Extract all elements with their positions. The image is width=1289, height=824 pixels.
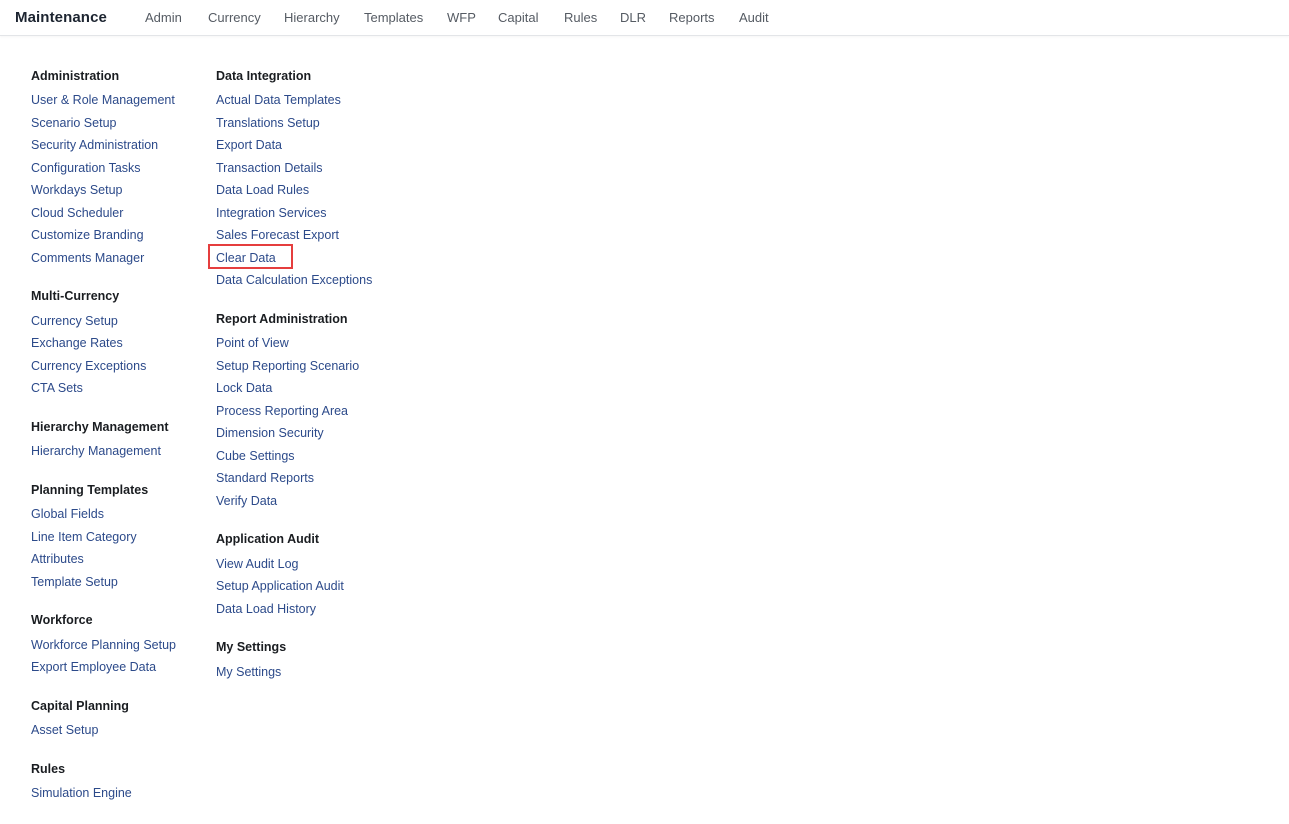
link-dimension-security[interactable]: Dimension Security <box>216 426 324 440</box>
nav-wfp[interactable]: WFP <box>447 10 476 25</box>
link-standard-reports[interactable]: Standard Reports <box>216 471 314 485</box>
link-actual-data-templates[interactable]: Actual Data Templates <box>216 93 341 107</box>
nav-audit[interactable]: Audit <box>739 10 769 25</box>
nav-dlr[interactable]: DLR <box>620 10 646 25</box>
link-scenario-setup[interactable]: Scenario Setup <box>31 116 116 130</box>
section-capital-planning: Capital Planning <box>31 699 129 713</box>
link-data-load-rules[interactable]: Data Load Rules <box>216 183 309 197</box>
link-lock-data[interactable]: Lock Data <box>216 381 272 395</box>
link-user-role-management[interactable]: User & Role Management <box>31 93 175 107</box>
nav-hierarchy[interactable]: Hierarchy <box>284 10 340 25</box>
section-report-administration: Report Administration <box>216 312 348 326</box>
section-application-audit: Application Audit <box>216 532 319 546</box>
link-integration-services[interactable]: Integration Services <box>216 206 326 220</box>
link-currency-exceptions[interactable]: Currency Exceptions <box>31 359 146 373</box>
link-sales-forecast-export[interactable]: Sales Forecast Export <box>216 228 339 242</box>
nav-admin[interactable]: Admin <box>145 10 182 25</box>
top-nav-bar: Maintenance Admin Currency Hierarchy Tem… <box>0 0 1289 36</box>
link-cube-settings[interactable]: Cube Settings <box>216 449 295 463</box>
link-process-reporting-area[interactable]: Process Reporting Area <box>216 404 348 418</box>
section-my-settings: My Settings <box>216 640 287 654</box>
link-verify-data[interactable]: Verify Data <box>216 494 277 508</box>
link-setup-reporting-scenario[interactable]: Setup Reporting Scenario <box>216 359 359 373</box>
nav-templates[interactable]: Templates <box>364 10 423 25</box>
link-attributes[interactable]: Attributes <box>31 552 84 566</box>
link-security-administration[interactable]: Security Administration <box>31 138 158 152</box>
link-clear-data[interactable]: Clear Data <box>216 251 276 265</box>
link-simulation-engine[interactable]: Simulation Engine <box>31 786 132 800</box>
link-template-setup[interactable]: Template Setup <box>31 575 118 589</box>
nav-capital[interactable]: Capital <box>498 10 538 25</box>
section-workforce: Workforce <box>31 613 93 627</box>
link-setup-application-audit[interactable]: Setup Application Audit <box>216 579 344 593</box>
link-customize-branding[interactable]: Customize Branding <box>31 228 144 242</box>
section-rules: Rules <box>31 762 66 776</box>
link-workdays-setup[interactable]: Workdays Setup <box>31 183 122 197</box>
link-exchange-rates[interactable]: Exchange Rates <box>31 336 123 350</box>
link-data-calculation-exceptions[interactable]: Data Calculation Exceptions <box>216 273 372 287</box>
section-hierarchy-management: Hierarchy Management <box>31 420 169 434</box>
link-point-of-view[interactable]: Point of View <box>216 336 289 350</box>
link-comments-manager[interactable]: Comments Manager <box>31 251 144 265</box>
link-workforce-planning-setup[interactable]: Workforce Planning Setup <box>31 638 176 652</box>
link-transaction-details[interactable]: Transaction Details <box>216 161 323 175</box>
link-currency-setup[interactable]: Currency Setup <box>31 314 118 328</box>
section-multi-currency: Multi-Currency <box>31 289 120 303</box>
nav-currency[interactable]: Currency <box>208 10 261 25</box>
link-data-load-history[interactable]: Data Load History <box>216 602 316 616</box>
link-line-item-category[interactable]: Line Item Category <box>31 530 137 544</box>
section-administration: Administration <box>31 69 120 83</box>
nav-rules[interactable]: Rules <box>564 10 597 25</box>
link-global-fields[interactable]: Global Fields <box>31 507 104 521</box>
link-export-employee-data[interactable]: Export Employee Data <box>31 660 156 674</box>
link-translations-setup[interactable]: Translations Setup <box>216 116 320 130</box>
link-cloud-scheduler[interactable]: Cloud Scheduler <box>31 206 123 220</box>
page-title: Maintenance <box>15 9 107 26</box>
link-view-audit-log[interactable]: View Audit Log <box>216 557 298 571</box>
link-export-data[interactable]: Export Data <box>216 138 282 152</box>
link-cta-sets[interactable]: CTA Sets <box>31 381 83 395</box>
link-configuration-tasks[interactable]: Configuration Tasks <box>31 161 141 175</box>
nav-reports[interactable]: Reports <box>669 10 715 25</box>
section-planning-templates: Planning Templates <box>31 483 149 497</box>
link-my-settings[interactable]: My Settings <box>216 665 281 679</box>
link-hierarchy-management[interactable]: Hierarchy Management <box>31 444 161 458</box>
section-data-integration: Data Integration <box>216 69 312 83</box>
link-asset-setup[interactable]: Asset Setup <box>31 723 98 737</box>
